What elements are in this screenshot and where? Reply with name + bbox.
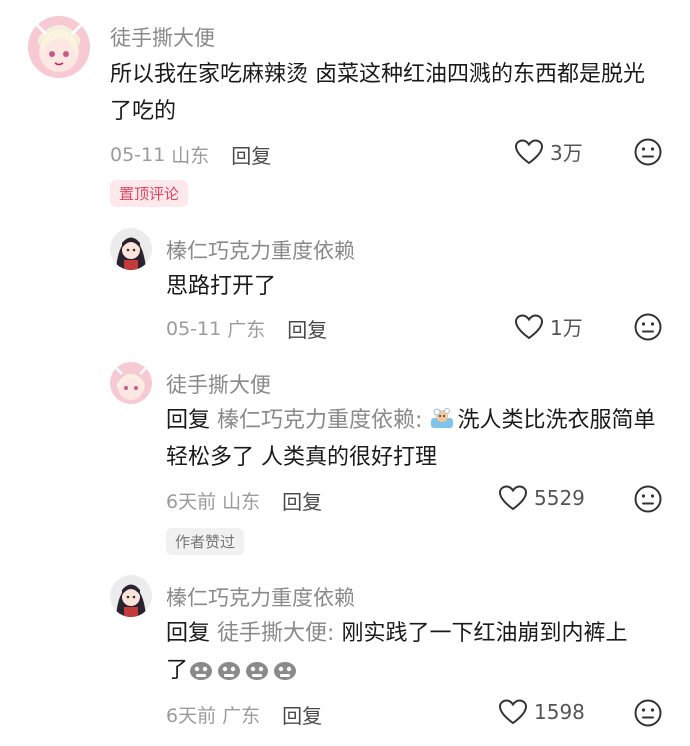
comment-location: 山东 (171, 145, 210, 167)
dislike-button[interactable] (633, 698, 663, 728)
meh-face-icon (634, 699, 662, 727)
comment-location: 山东 (222, 491, 261, 513)
reply-button[interactable]: 回复 (231, 140, 271, 169)
reply-button[interactable]: 回复 (282, 486, 322, 515)
avatar[interactable] (110, 575, 152, 617)
reply-to-user[interactable]: 徒手撕大便: (217, 621, 334, 646)
grimace-emoji-icon (244, 656, 270, 682)
heart-outline-icon (514, 313, 544, 339)
avatar[interactable] (110, 228, 152, 270)
author-liked-badge: 作者赞过 (166, 528, 245, 555)
comment-meta: 05-11 山东 回复 (110, 140, 271, 169)
reply-text: 了 (166, 658, 189, 683)
reply-button[interactable]: 回复 (282, 700, 322, 729)
comment-text: 回复 榛仁巧克力重度依赖: 洗人类比洗衣服简单轻松多了 人类真的很好打理 (166, 402, 656, 476)
comment-text: 所以我在家吃麻辣烫 卤菜这种红油四溅的东西都是脱光了吃的 (110, 62, 645, 124)
comment-date: 6天前 (166, 491, 217, 513)
meh-face-icon (634, 138, 662, 166)
bath-emoji-icon (429, 406, 455, 432)
reply-button[interactable]: 回复 (287, 314, 327, 343)
comment-text: 回复 徒手撕大便: 刚实践了一下红油崩到内裤上 了 (166, 615, 661, 689)
like-count: 1万 (550, 316, 583, 340)
meh-face-icon (634, 313, 662, 341)
comment-meta: 6天前 广东 回复 (166, 700, 322, 729)
like-button[interactable]: 5529 (498, 484, 585, 512)
dislike-button[interactable] (633, 484, 663, 514)
reply-text: 刚实践了一下红油崩到内裤上 (341, 621, 628, 646)
dislike-button[interactable] (633, 312, 663, 342)
comment-location: 广东 (227, 319, 266, 341)
heart-outline-icon (498, 699, 528, 725)
like-button[interactable]: 1万 (514, 312, 583, 341)
username[interactable]: 徒手撕大便 (166, 369, 271, 399)
grimace-emoji-icon (216, 656, 242, 682)
reply-prefix: 回复 (166, 408, 211, 433)
comment-date: 6天前 (166, 705, 217, 727)
grimace-emoji-icon (272, 656, 298, 682)
pinned-badge: 置顶评论 (110, 180, 189, 207)
like-button[interactable]: 1598 (498, 698, 585, 726)
like-count: 5529 (534, 486, 585, 510)
comment-date: 05-11 (110, 143, 166, 166)
dislike-button[interactable] (633, 137, 663, 167)
comment-meta: 6天前 山东 回复 (166, 486, 322, 515)
comment-meta: 05-11 广东 回复 (166, 314, 327, 343)
username[interactable]: 榛仁巧克力重度依赖 (166, 582, 355, 612)
reply-to-user[interactable]: 榛仁巧克力重度依赖: (217, 408, 422, 433)
like-count: 3万 (550, 141, 583, 165)
avatar[interactable] (110, 362, 152, 404)
like-button[interactable]: 3万 (514, 137, 583, 166)
username[interactable]: 榛仁巧克力重度依赖 (166, 235, 355, 265)
like-count: 1598 (534, 700, 585, 724)
heart-outline-icon (514, 138, 544, 164)
grimace-emoji-icon (188, 656, 214, 682)
comment-text: 思路打开了 (166, 274, 277, 299)
comment-date: 05-11 (166, 317, 222, 340)
comment-text-line: 回复 徒手撕大便: 刚实践了一下红油崩到内裤上 (166, 615, 661, 652)
comment-text-line: 了 (166, 652, 661, 689)
comment-location: 广东 (222, 705, 261, 727)
avatar[interactable] (28, 16, 90, 78)
reply-prefix: 回复 (166, 621, 211, 646)
heart-outline-icon (498, 485, 528, 511)
meh-face-icon (634, 485, 662, 513)
username[interactable]: 徒手撕大便 (110, 22, 215, 52)
